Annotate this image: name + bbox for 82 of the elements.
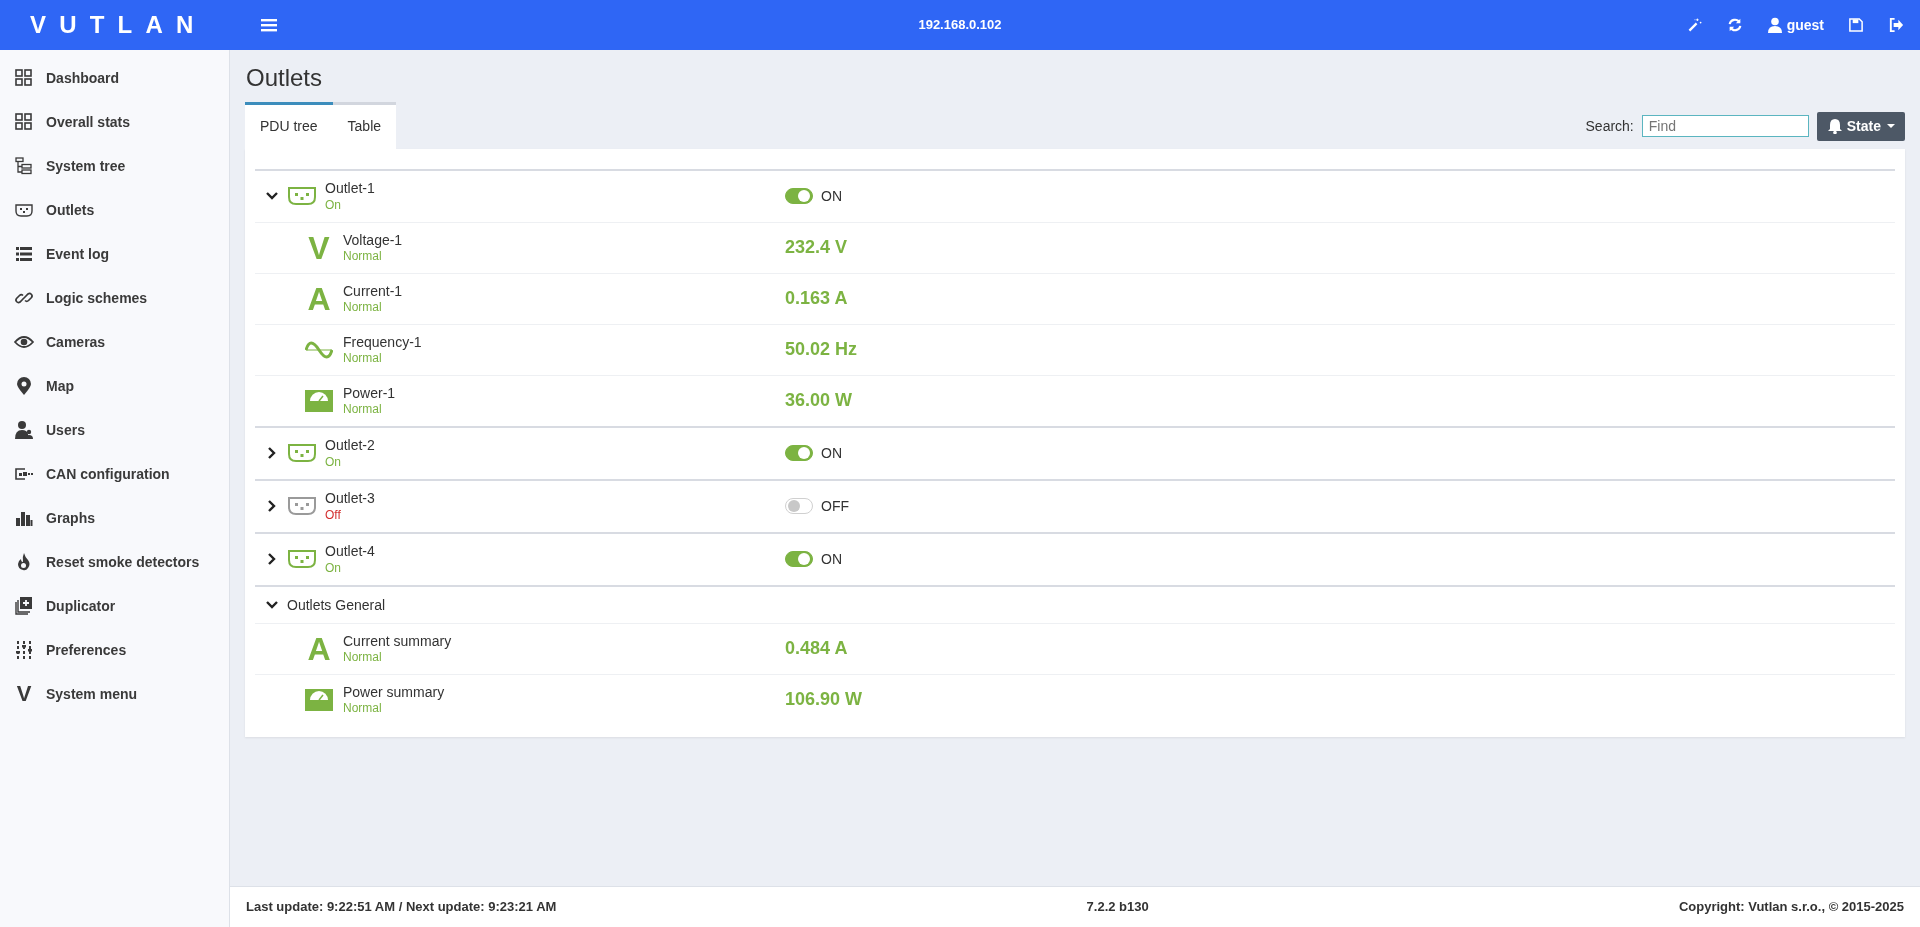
logout-icon[interactable] <box>1888 17 1904 33</box>
sidebar-item[interactable]: Users <box>0 408 229 452</box>
sidebar-item[interactable]: Reset smoke detectors <box>0 540 229 584</box>
sensor-status: Normal <box>343 650 383 666</box>
search-field[interactable]: Find <box>1641 115 1809 138</box>
sidebar-item[interactable]: V System menu <box>0 672 229 716</box>
list-icon <box>14 244 34 264</box>
sidebar-item[interactable]: Logic schemes <box>0 276 229 320</box>
sensor-value: 0.484 A <box>785 637 848 661</box>
sensor-status: Normal <box>343 249 383 265</box>
sensor-status: Normal <box>343 701 383 717</box>
menu-icon[interactable] <box>260 18 277 32</box>
sensor-value: 0.163 A <box>785 287 848 311</box>
sensor-value: 50.02 Hz <box>785 338 858 362</box>
version-text: 7.2.2 b130 <box>1086 898 1149 917</box>
sensor-name: Frequency-1 <box>343 332 422 352</box>
tab[interactable]: Table <box>332 101 397 149</box>
toggle-switch[interactable] <box>785 551 813 568</box>
switch-label: ON <box>821 186 842 206</box>
page-title: Outlets <box>246 64 324 93</box>
logo: VUTLAN <box>30 10 207 40</box>
sensor-value: 106.90 W <box>785 688 863 712</box>
user-menu[interactable]: guest <box>1766 14 1824 36</box>
outlet-status: On <box>325 197 342 214</box>
outlet-status: On <box>325 560 342 577</box>
search-label: Search: <box>1585 116 1634 136</box>
current-icon: A <box>307 282 331 315</box>
device-address: 192.168.0.102 <box>918 16 1002 35</box>
grid-icon <box>14 112 34 132</box>
bell-icon <box>1826 118 1843 135</box>
tree-icon <box>14 156 34 176</box>
sliders-icon <box>14 640 34 660</box>
sidebar-item[interactable]: CAN configuration <box>0 452 229 496</box>
state-dropdown[interactable]: State <box>1816 111 1905 141</box>
sensor-value: 232.4 V <box>785 236 848 260</box>
refresh-icon[interactable] <box>1726 17 1743 33</box>
last-update-text: Last update: 9:22:51 AM / Next update: 9:23:21 AM <box>246 898 557 917</box>
sidebar-item[interactable]: System tree <box>0 144 229 188</box>
sidebar-item[interactable]: Duplicator <box>0 584 229 628</box>
sidebar-item[interactable]: Dashboard <box>0 56 229 100</box>
switch-label: ON <box>821 549 842 569</box>
outlet-name: Outlet-2 <box>325 436 375 455</box>
sidebar-item[interactable]: Graphs <box>0 496 229 540</box>
sidebar-item[interactable]: Outlets <box>0 188 229 232</box>
caret-icon <box>1887 124 1895 129</box>
outlet-name: Outlet-1 <box>325 179 375 198</box>
switch-label: ON <box>821 443 842 463</box>
outlet-name: Outlet-4 <box>325 542 375 561</box>
sensor-name: Power summary <box>343 682 445 702</box>
sidebar-item[interactable]: Map <box>0 364 229 408</box>
sensor-name: Current-1 <box>343 281 403 301</box>
sensor-status: Normal <box>343 351 383 367</box>
magic-wand-icon[interactable] <box>1686 17 1703 33</box>
voltage-icon: V <box>308 231 330 264</box>
outlet-status: Off <box>325 507 342 524</box>
sensor-name: Power-1 <box>343 383 396 403</box>
toggle-switch[interactable] <box>785 188 813 205</box>
sidebar-item[interactable]: Event log <box>0 232 229 276</box>
copy-plus-icon <box>14 596 34 616</box>
sensor-name: Voltage-1 <box>343 230 403 250</box>
toggle-switch[interactable] <box>785 445 813 462</box>
switch-label: OFF <box>821 496 849 516</box>
group-name: Outlets General <box>287 595 386 614</box>
grid-icon <box>14 68 34 88</box>
current-icon: A <box>307 632 331 665</box>
sidebar-item[interactable]: Cameras <box>0 320 229 364</box>
sidebar-item[interactable]: Overall stats <box>0 100 229 144</box>
sensor-value: 36.00 W <box>785 389 853 413</box>
sidebar-item[interactable]: Preferences <box>0 628 229 672</box>
toggle-switch[interactable] <box>785 498 813 515</box>
sensor-status: Normal <box>343 402 383 418</box>
users-icon <box>14 420 34 440</box>
outlet-name: Outlet-3 <box>325 489 375 508</box>
tab[interactable]: PDU tree <box>245 101 333 149</box>
user-icon <box>1766 17 1783 33</box>
copyright-text: Copyright: Vutlan s.r.o., © 2015-2025 <box>1678 898 1904 917</box>
outlet-status: On <box>325 454 342 471</box>
save-icon[interactable] <box>1848 17 1864 33</box>
v-logo-icon: V <box>14 683 34 705</box>
map-pin-icon <box>14 376 34 396</box>
sensor-name: Current summary <box>343 631 452 651</box>
sensor-status: Normal <box>343 300 383 316</box>
